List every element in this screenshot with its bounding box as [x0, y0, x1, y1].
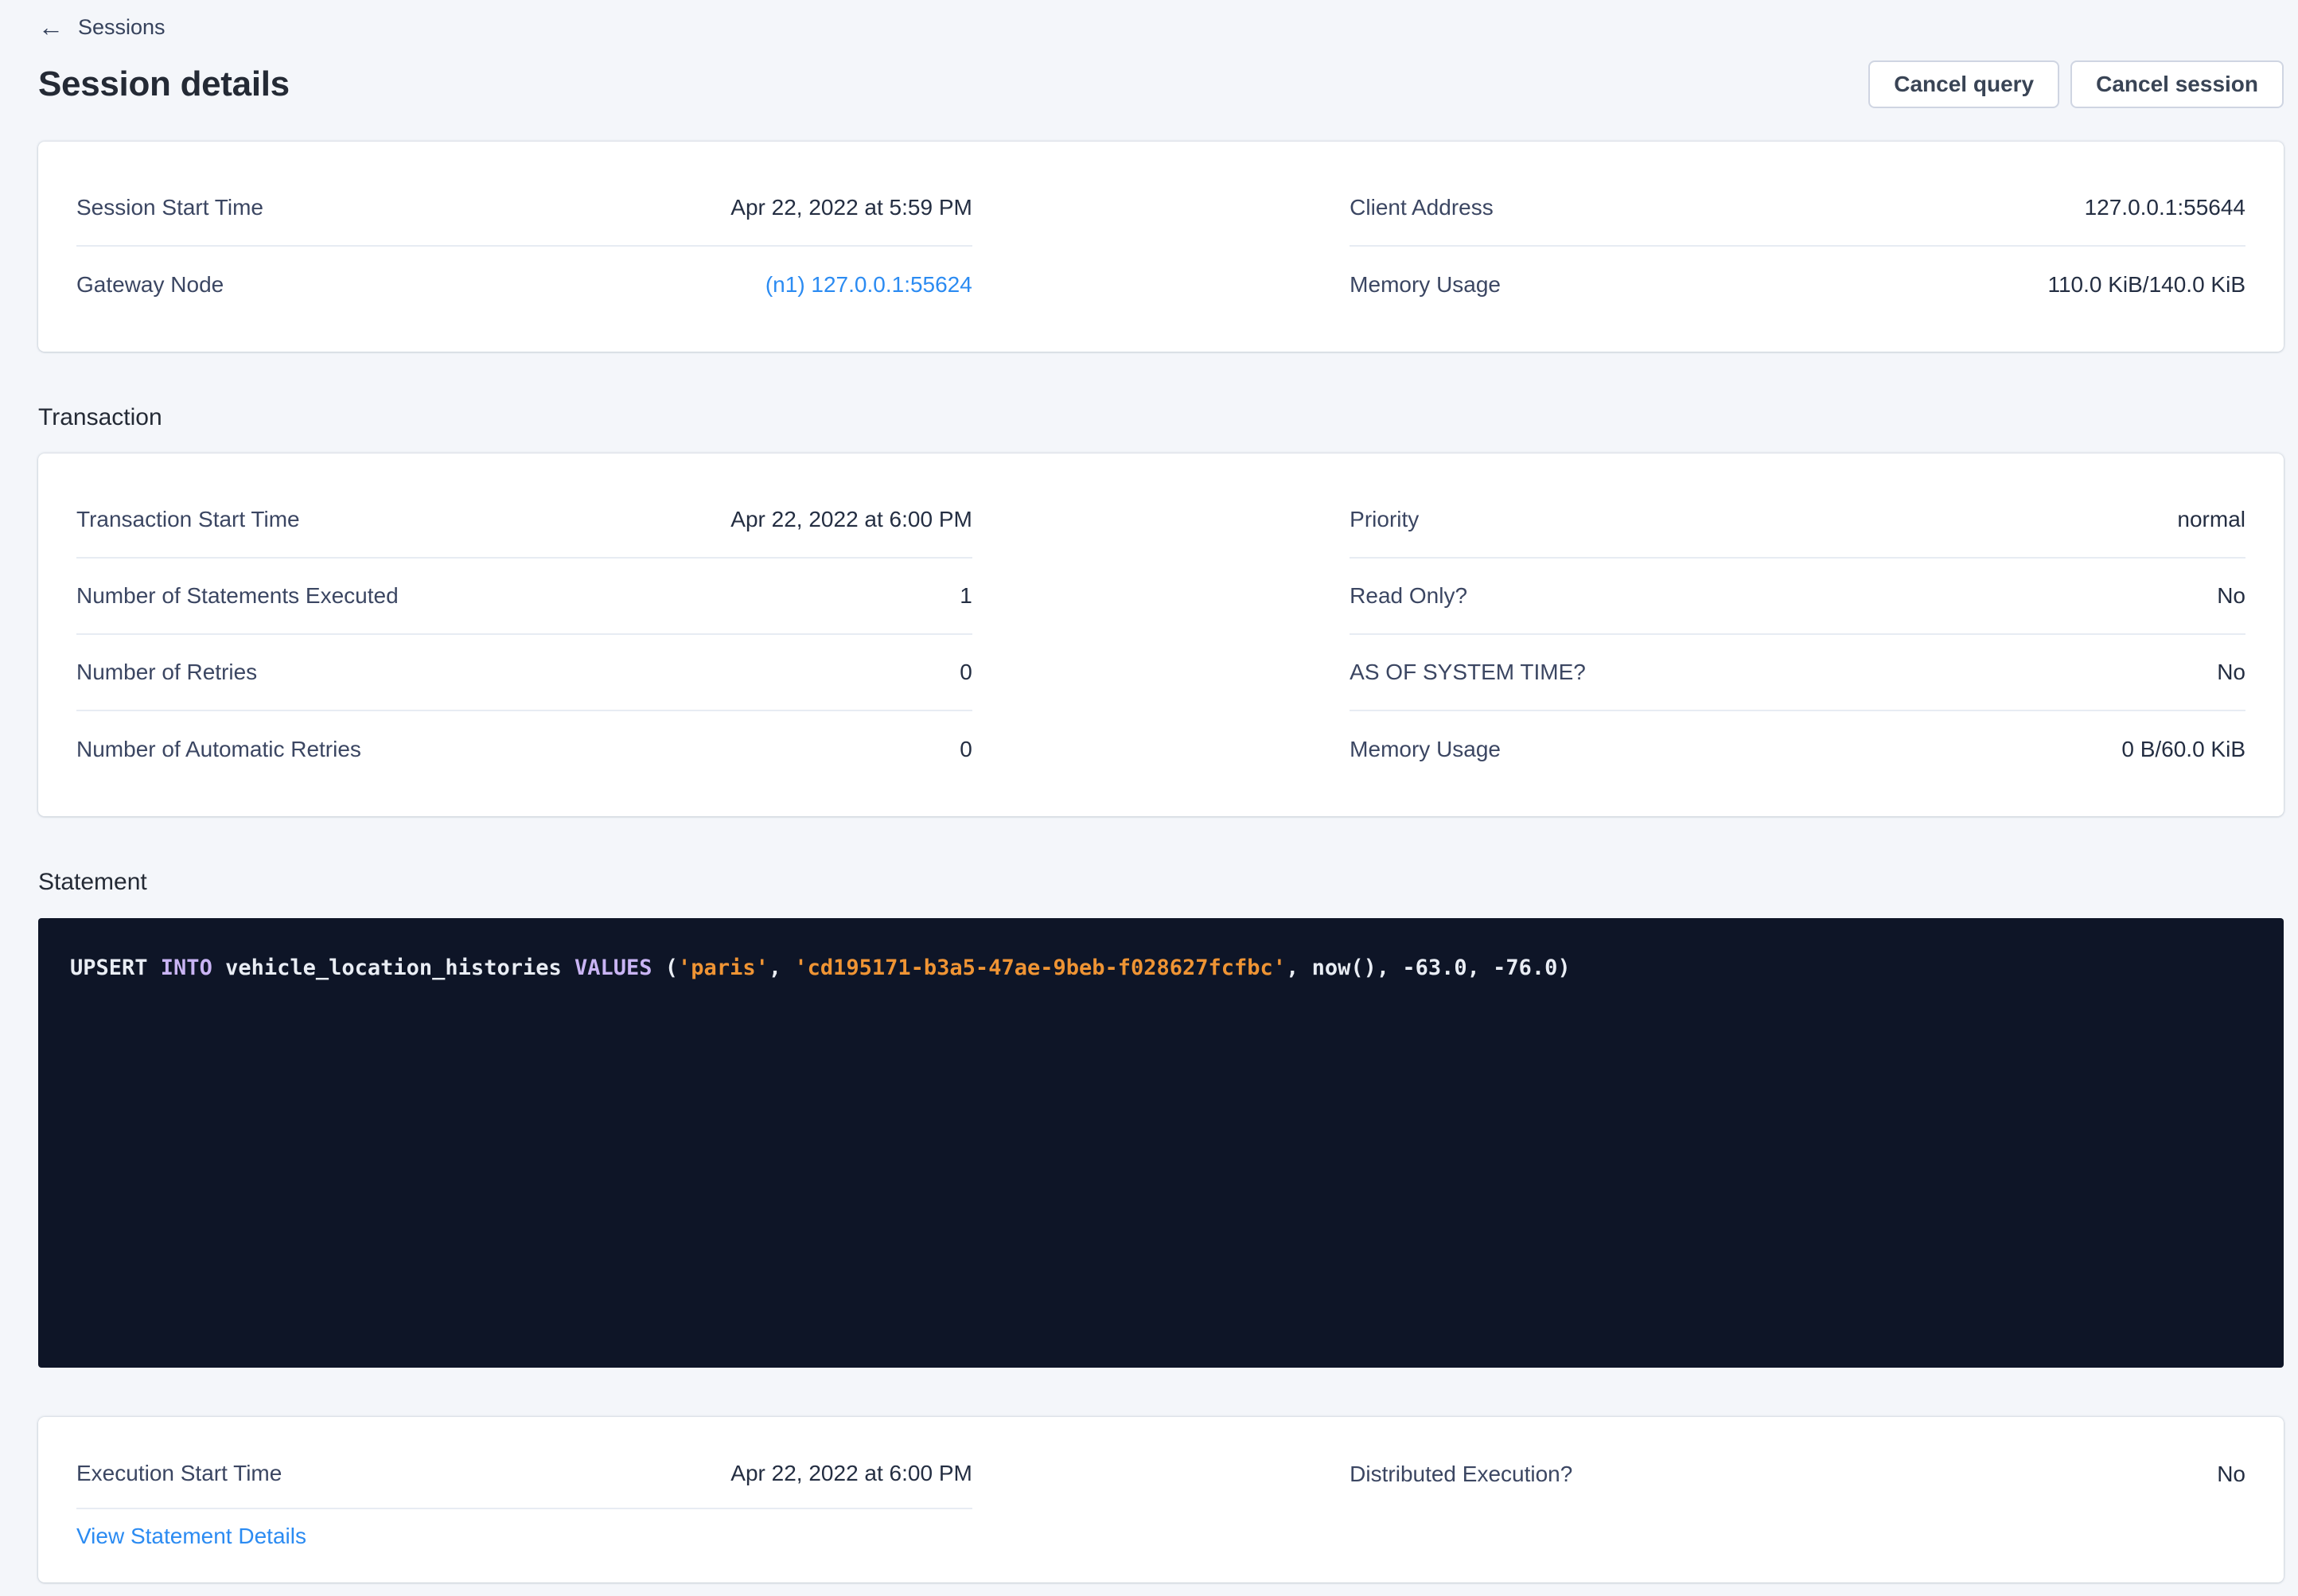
read-only-label: Read Only?	[1350, 583, 1467, 609]
header-actions: Cancel query Cancel session	[1868, 60, 2284, 108]
as-of-system-time-value: No	[2217, 660, 2245, 685]
sql-token: vehicle_location_histories	[212, 956, 574, 980]
read-only-value: No	[2217, 583, 2245, 609]
cancel-query-button[interactable]: Cancel query	[1868, 60, 2059, 108]
automatic-retries-label: Number of Automatic Retries	[76, 737, 361, 762]
view-statement-details-link[interactable]: View Statement Details	[76, 1524, 306, 1548]
gateway-node-link[interactable]: (n1) 127.0.0.1:55624	[765, 272, 972, 298]
as-of-system-time-label: AS OF SYSTEM TIME?	[1350, 660, 1586, 685]
session-details-page: ← Sessions Session details Cancel query …	[38, 0, 2284, 1582]
number-of-retries-label: Number of Retries	[76, 660, 257, 685]
transaction-left-column: Transaction Start Time Apr 22, 2022 at 6…	[76, 482, 972, 788]
transaction-section-title: Transaction	[38, 403, 2284, 433]
transaction-start-time-label: Transaction Start Time	[76, 507, 300, 532]
row-gateway-node: Gateway Node (n1) 127.0.0.1:55624	[76, 247, 972, 323]
session-summary-right-column: Client Address 127.0.0.1:55644 Memory Us…	[1350, 170, 2245, 323]
row-priority: Priority normal	[1350, 482, 2245, 559]
view-statement-details-row: View Statement Details	[76, 1509, 972, 1549]
distributed-execution-value: No	[2217, 1462, 2245, 1487]
row-distributed-execution: Distributed Execution? No	[1350, 1439, 2245, 1509]
execution-card: Execution Start Time Apr 22, 2022 at 6:0…	[38, 1417, 2284, 1582]
breadcrumb[interactable]: ← Sessions	[38, 0, 2284, 40]
session-memory-usage-label: Memory Usage	[1350, 272, 1501, 298]
back-arrow-icon[interactable]: ←	[38, 14, 64, 40]
sql-token: (	[652, 956, 679, 980]
sql-token: ,	[769, 956, 795, 980]
row-statements-executed: Number of Statements Executed 1	[76, 559, 972, 635]
client-address-value: 127.0.0.1:55644	[2085, 195, 2245, 220]
automatic-retries-value: 0	[960, 737, 972, 762]
row-execution-start-time: Execution Start Time Apr 22, 2022 at 6:0…	[76, 1439, 972, 1509]
priority-value: normal	[2177, 507, 2245, 532]
row-session-start-time: Session Start Time Apr 22, 2022 at 5:59 …	[76, 170, 972, 247]
row-number-of-retries: Number of Retries 0	[76, 635, 972, 711]
session-start-time-label: Session Start Time	[76, 195, 263, 220]
sql-string-literal: 'cd195171-b3a5-47ae-9beb-f028627fcfbc'	[794, 956, 1286, 980]
row-automatic-retries: Number of Automatic Retries 0	[76, 711, 972, 788]
cancel-session-button[interactable]: Cancel session	[2070, 60, 2284, 108]
execution-right-column: Distributed Execution? No	[1350, 1439, 2245, 1549]
session-summary-card: Session Start Time Apr 22, 2022 at 5:59 …	[38, 142, 2284, 352]
execution-start-time-label: Execution Start Time	[76, 1461, 282, 1486]
statements-executed-label: Number of Statements Executed	[76, 583, 399, 609]
execution-left-column: Execution Start Time Apr 22, 2022 at 6:0…	[76, 1439, 972, 1549]
row-client-address: Client Address 127.0.0.1:55644	[1350, 170, 2245, 247]
transaction-memory-usage-label: Memory Usage	[1350, 737, 1501, 762]
sql-token: , now(), -63.0, -76.0)	[1286, 956, 1571, 980]
transaction-memory-usage-value: 0 B/60.0 KiB	[2121, 737, 2245, 762]
session-memory-usage-value: 110.0 KiB/140.0 KiB	[2047, 272, 2245, 298]
row-session-memory-usage: Memory Usage 110.0 KiB/140.0 KiB	[1350, 247, 2245, 323]
sql-statement-box: UPSERT INTO vehicle_location_histories V…	[38, 918, 2284, 1368]
page-title: Session details	[38, 64, 290, 104]
priority-label: Priority	[1350, 507, 1419, 532]
page-header: Session details Cancel query Cancel sess…	[38, 59, 2284, 110]
row-as-of-system-time: AS OF SYSTEM TIME? No	[1350, 635, 2245, 711]
row-transaction-start-time: Transaction Start Time Apr 22, 2022 at 6…	[76, 482, 972, 559]
statements-executed-value: 1	[960, 583, 972, 609]
gateway-node-label: Gateway Node	[76, 272, 224, 298]
session-summary-left-column: Session Start Time Apr 22, 2022 at 5:59 …	[76, 170, 972, 323]
sql-keyword: VALUES	[574, 956, 652, 980]
statement-section-title: Statement	[38, 867, 2284, 897]
transaction-right-column: Priority normal Read Only? No AS OF SYST…	[1350, 482, 2245, 788]
breadcrumb-sessions-link[interactable]: Sessions	[78, 15, 166, 40]
execution-start-time-value: Apr 22, 2022 at 6:00 PM	[730, 1461, 972, 1486]
distributed-execution-label: Distributed Execution?	[1350, 1462, 1572, 1487]
row-read-only: Read Only? No	[1350, 559, 2245, 635]
sql-keyword: INTO	[161, 956, 212, 980]
client-address-label: Client Address	[1350, 195, 1494, 220]
transaction-card: Transaction Start Time Apr 22, 2022 at 6…	[38, 453, 2284, 816]
row-transaction-memory-usage: Memory Usage 0 B/60.0 KiB	[1350, 711, 2245, 788]
sql-token: UPSERT	[70, 956, 161, 980]
sql-string-literal: 'paris'	[678, 956, 769, 980]
session-start-time-value: Apr 22, 2022 at 5:59 PM	[730, 195, 972, 220]
number-of-retries-value: 0	[960, 660, 972, 685]
transaction-start-time-value: Apr 22, 2022 at 6:00 PM	[730, 507, 972, 532]
